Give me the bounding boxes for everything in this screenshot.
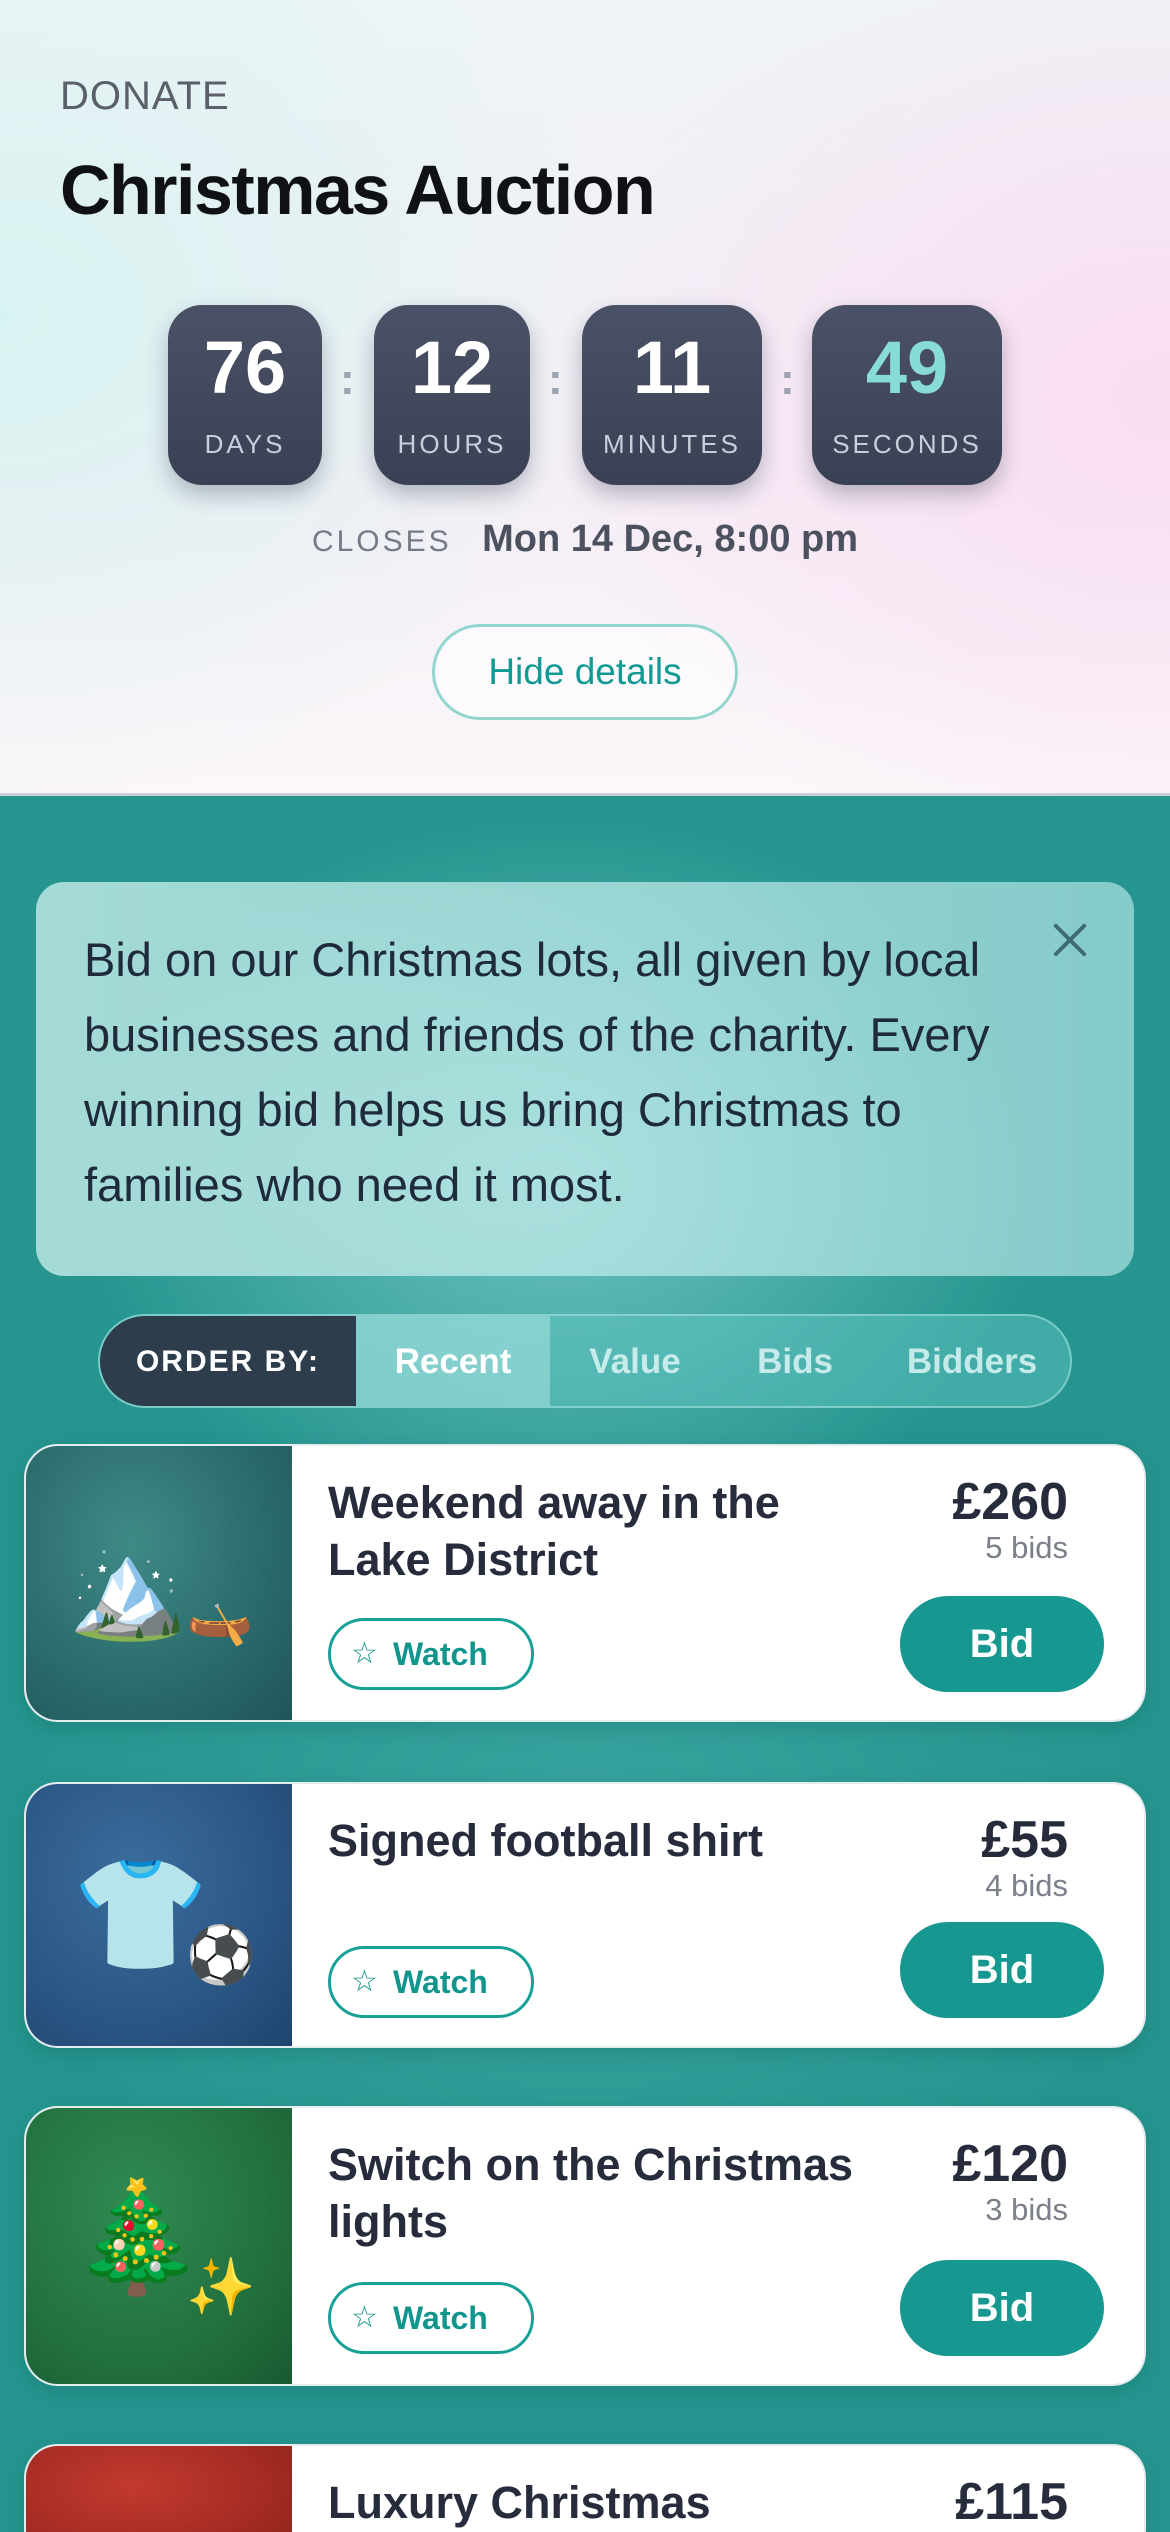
lot-card[interactable]: 🎄 ✨ Switch on the Christmas lights ☆ Wat… — [24, 2106, 1146, 2386]
lot-card[interactable]: 🏔️ 🛶 Weekend away in the Lake District ☆… — [24, 1444, 1146, 1722]
lot-title[interactable]: Switch on the Christmas lights — [328, 2136, 888, 2250]
lot-card[interactable]: 👕 ⚽ Signed football shirt ☆ Watch £55 4 … — [24, 1782, 1146, 2048]
order-option-recent[interactable]: Recent — [356, 1316, 550, 1406]
watch-button[interactable]: ☆ Watch — [328, 2282, 534, 2354]
countdown-separator: : — [548, 355, 563, 404]
lot-image: 🏔️ 🛶 — [26, 1446, 292, 1720]
lot-bid-count: 3 bids — [985, 2192, 1068, 2227]
hide-details-button[interactable]: Hide details — [432, 624, 738, 720]
closes-info: CLOSES Mon 14 Dec, 8:00 pm — [0, 518, 1170, 561]
auction-header: DONATE Christmas Auction 76 DAYS : 12 HO… — [0, 0, 1170, 796]
countdown-minutes: 11 MINUTES — [582, 305, 762, 485]
lot-bid-count: 4 bids — [985, 1868, 1068, 1903]
order-by-label: ORDER BY: — [100, 1316, 356, 1406]
countdown-seconds-label: SECONDS — [832, 429, 982, 459]
order-option-bids[interactable]: Bids — [720, 1316, 870, 1406]
countdown-days-value: 76 — [203, 326, 287, 409]
lot-card[interactable]: Luxury Christmas £115 — [24, 2444, 1146, 2532]
watch-label: Watch — [393, 1964, 488, 2000]
intro-banner: Bid on our Christmas lots, all given by … — [36, 882, 1134, 1276]
countdown-days: 76 DAYS — [168, 305, 322, 485]
lot-price: £120 — [952, 2135, 1068, 2193]
star-icon: ☆ — [351, 1637, 378, 1670]
lot-price: £55 — [981, 1811, 1068, 1869]
countdown-separator: : — [340, 355, 355, 404]
canoe-icon: 🛶 — [186, 1587, 254, 1647]
lots-section: Bid on our Christmas lots, all given by … — [0, 796, 1170, 2532]
eyebrow-label: DONATE — [60, 74, 230, 118]
watch-button[interactable]: ☆ Watch — [328, 1946, 534, 2018]
watch-label: Watch — [393, 2300, 488, 2336]
lot-image: 🎄 ✨ — [26, 2108, 292, 2384]
bid-button[interactable]: Bid — [900, 1922, 1104, 2018]
closes-label: CLOSES — [311, 525, 452, 558]
bid-button[interactable]: Bid — [900, 2260, 1104, 2356]
countdown-minutes-label: MINUTES — [603, 429, 741, 459]
christmas-tree-icon: 🎄 — [70, 2176, 205, 2297]
intro-text: Bid on our Christmas lots, all given by … — [84, 933, 990, 1211]
order-option-bidders[interactable]: Bidders — [870, 1316, 1070, 1406]
lot-image — [26, 2446, 292, 2532]
closes-datetime: Mon 14 Dec, 8:00 pm — [482, 518, 859, 560]
close-icon[interactable] — [1046, 916, 1094, 964]
lot-title[interactable]: Weekend away in the Lake District — [328, 1474, 888, 1588]
countdown-hours-label: HOURS — [397, 429, 507, 459]
countdown: 76 DAYS : 12 HOURS : 11 MINUTES : 49 SEC… — [0, 305, 1170, 485]
order-by-control: ORDER BY: Recent Value Bids Bidders — [98, 1314, 1072, 1408]
lot-price: £115 — [955, 2473, 1068, 2531]
countdown-separator: : — [780, 355, 795, 404]
star-icon: ☆ — [351, 2301, 378, 2334]
lot-bid-count: 5 bids — [985, 1530, 1068, 1565]
mountain-icon: 🏔️ — [68, 1536, 188, 1643]
countdown-seconds-value: 49 — [865, 326, 949, 409]
countdown-seconds: 49 SECONDS — [812, 305, 1002, 485]
bid-button[interactable]: Bid — [900, 1596, 1104, 1692]
lot-price: £260 — [952, 1473, 1068, 1531]
lot-title[interactable]: Luxury Christmas — [328, 2474, 888, 2531]
countdown-hours-value: 12 — [410, 326, 494, 409]
countdown-minutes-value: 11 — [632, 326, 712, 409]
star-icon: ☆ — [351, 1965, 378, 1998]
page-title: Christmas Auction — [60, 151, 656, 229]
lot-image: 👕 ⚽ — [26, 1784, 292, 2046]
football-icon: ⚽ — [186, 1923, 256, 1986]
order-option-value[interactable]: Value — [550, 1316, 720, 1406]
countdown-days-label: DAYS — [204, 429, 286, 459]
lot-title[interactable]: Signed football shirt — [328, 1812, 888, 1869]
countdown-hours: 12 HOURS — [374, 305, 530, 485]
watch-label: Watch — [393, 1636, 488, 1672]
sparkles-icon: ✨ — [186, 2255, 256, 2318]
watch-button[interactable]: ☆ Watch — [328, 1618, 534, 1690]
